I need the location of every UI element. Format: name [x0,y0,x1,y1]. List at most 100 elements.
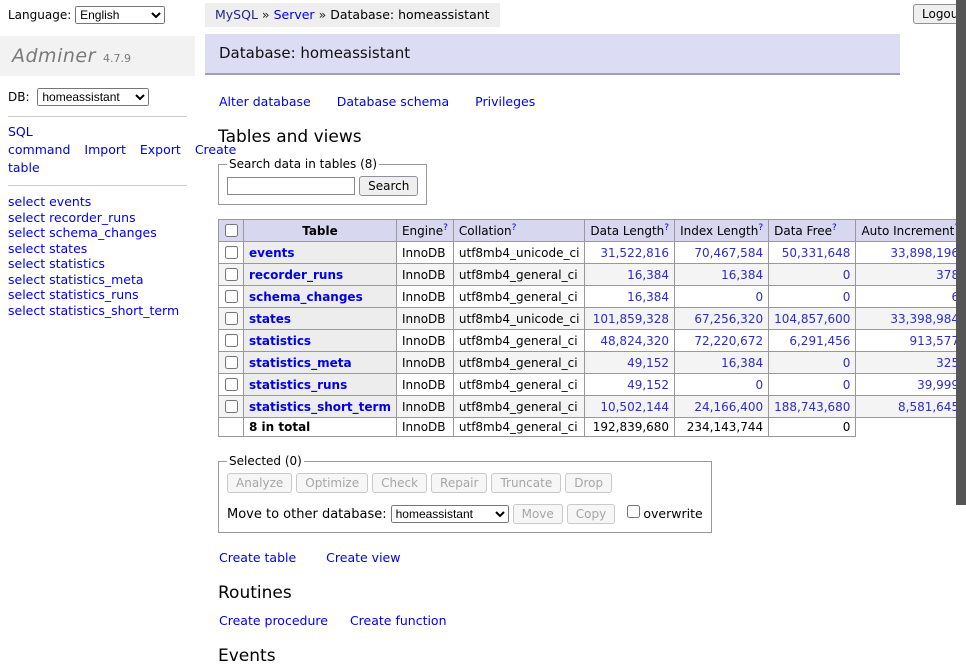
sidebar-select-states[interactable]: select states [8,241,187,257]
row-checkbox-cell [219,242,244,264]
collation-cell: utf8mb4_general_ci [453,286,585,308]
app-name: Adminer [12,45,96,67]
row-checkbox[interactable] [225,356,238,369]
auto-increment-cell: 6 [856,286,965,308]
row-checkbox-cell [219,286,244,308]
language-select[interactable]: English [75,6,165,24]
sidebar-link-export[interactable]: Export [140,142,181,157]
overwrite-checkbox[interactable] [627,505,640,518]
select-all-checkbox[interactable] [225,224,238,237]
auto-increment-cell: 33,898,196 [856,242,965,264]
collation-cell: utf8mb4_unicode_ci [453,308,585,330]
check-button[interactable]: Check [372,473,427,493]
column-help-link[interactable]: ? [758,223,763,233]
row-checkbox-cell [219,374,244,396]
row-checkbox[interactable] [225,312,238,325]
table-row: statisticsInnoDButf8mb4_general_ci48,824… [219,330,966,352]
row-checkbox[interactable] [225,246,238,259]
table-name-cell: statistics_short_term [244,396,397,418]
analyze-button[interactable]: Analyze [227,473,292,493]
row-checkbox[interactable] [225,378,238,391]
table-link-statistics_meta[interactable]: statistics_meta [249,356,352,370]
engine-cell: InnoDB [396,330,453,352]
link-create-table[interactable]: Create table [219,550,296,565]
db-label: DB: [8,90,30,104]
engine-cell: InnoDB [396,286,453,308]
link-alter-database[interactable]: Alter database [219,94,311,109]
app-version: 4.7.9 [103,52,131,65]
data-length-cell: 48,824,320 [585,330,675,352]
data-length-cell: 49,152 [585,352,675,374]
row-checkbox-cell [219,352,244,374]
table-total-row: 8 in totalInnoDButf8mb4_general_ci192,83… [219,418,966,437]
link-create-view[interactable]: Create view [326,550,400,565]
total-label-cell: 8 in total [244,418,397,437]
link-create-function[interactable]: Create function [350,613,447,628]
tables-heading: Tables and views [218,127,900,147]
sidebar-select-statistics_short_term[interactable]: select statistics_short_term [8,303,187,319]
table-link-statistics_runs[interactable]: statistics_runs [249,378,347,392]
sidebar-select-statistics_meta[interactable]: select statistics_meta [8,272,187,288]
link-privileges[interactable]: Privileges [475,94,535,109]
data-length-cell: 16,384 [585,264,675,286]
language-label: Language: [8,8,71,22]
sidebar-select-recorder_runs[interactable]: select recorder_runs [8,210,187,226]
sidebar-select-schema_changes[interactable]: select schema_changes [8,225,187,241]
column-header-index-length: Index Length? [675,220,769,242]
data-length-cell: 31,522,816 [585,242,675,264]
page-title: Database: homeassistant [205,34,900,75]
collation-cell: utf8mb4_general_ci [453,396,585,418]
sidebar-select-statistics_runs[interactable]: select statistics_runs [8,287,187,303]
db-select[interactable]: homeassistant [37,88,149,106]
index-length-cell: 24,166,400 [675,396,769,418]
sidebar-select-statistics[interactable]: select statistics [8,256,187,272]
selected-legend: Selected (0) [227,454,304,468]
search-legend: Search data in tables (8) [227,157,379,171]
move-database-select[interactable]: homeassistant [391,505,509,523]
link-create-procedure[interactable]: Create procedure [219,613,328,628]
drop-button[interactable]: Drop [565,473,612,493]
engine-cell: InnoDB [396,352,453,374]
sidebar-select-events[interactable]: select events [8,194,187,210]
link-database-schema[interactable]: Database schema [337,94,449,109]
column-help-link[interactable]: ? [512,223,517,233]
sidebar-link-import[interactable]: Import [84,142,126,157]
breadcrumb-server-link[interactable]: Server [274,7,315,22]
move-button[interactable]: Move [513,504,563,524]
table-link-states[interactable]: states [249,312,291,326]
vertical-scrollbar[interactable] [956,0,966,543]
table-link-statistics_short_term[interactable]: statistics_short_term [249,400,391,414]
repair-button[interactable]: Repair [431,473,487,493]
sidebar-link-sql-command[interactable]: SQL command [8,124,70,157]
search-button[interactable]: Search [359,176,418,196]
row-checkbox[interactable] [225,400,238,413]
column-header-data-free: Data Free? [769,220,856,242]
row-checkbox[interactable] [225,334,238,347]
table-link-events[interactable]: events [249,246,295,260]
table-row: statesInnoDButf8mb4_unicode_ci101,859,32… [219,308,966,330]
table-link-schema_changes[interactable]: schema_changes [249,290,363,304]
total-data-length-cell: 192,839,680 [585,418,675,437]
data-free-cell: 0 [769,374,856,396]
table-link-recorder_runs[interactable]: recorder_runs [249,268,343,282]
data-free-cell: 104,857,600 [769,308,856,330]
index-length-cell: 0 [675,286,769,308]
column-help-link[interactable]: ? [832,223,837,233]
column-help-link[interactable]: ? [443,223,448,233]
breadcrumb-mysql-link[interactable]: MySQL [215,7,258,22]
table-link-statistics[interactable]: statistics [249,334,311,348]
optimize-button[interactable]: Optimize [296,473,368,493]
sidebar-table-list: select eventsselect recorder_runsselect … [8,194,187,318]
scrollbar-thumb[interactable] [956,0,966,505]
column-help-link[interactable]: ? [664,223,669,233]
table-name-cell: events [244,242,397,264]
row-checkbox[interactable] [225,290,238,303]
row-checkbox[interactable] [225,268,238,281]
routine-links-row: Create procedure Create function [219,613,900,628]
search-input[interactable] [227,177,355,195]
truncate-button[interactable]: Truncate [491,473,561,493]
engine-cell: InnoDB [396,264,453,286]
breadcrumb: MySQL»Server»Database: homeassistant [205,3,500,27]
index-length-cell: 72,220,672 [675,330,769,352]
copy-button[interactable]: Copy [567,504,615,524]
